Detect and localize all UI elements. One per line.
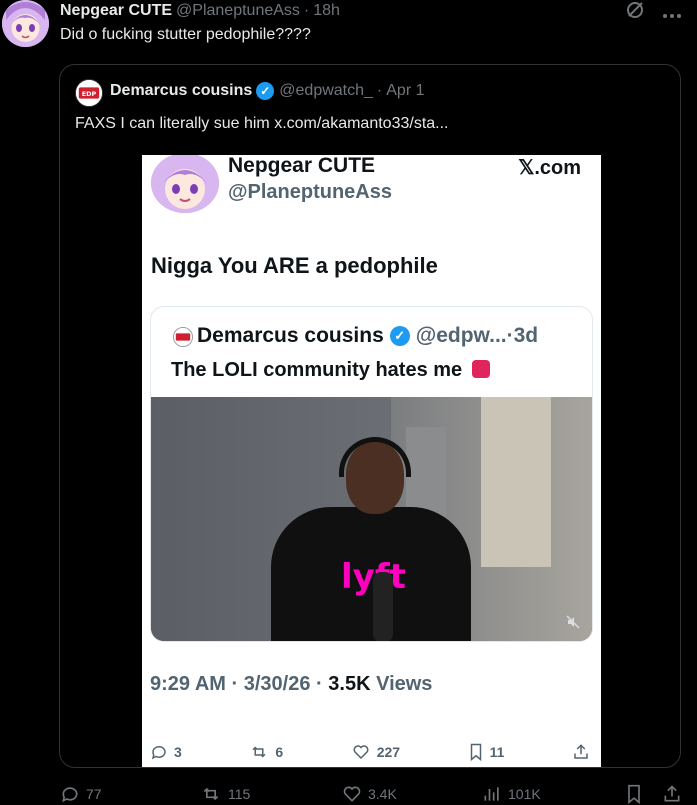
reply-button[interactable]: 77 [60, 784, 102, 804]
share-icon [664, 785, 680, 802]
embedded-video: lyft [151, 397, 592, 641]
x-com-label: 𝕏.com [518, 157, 581, 179]
share-icon [574, 744, 588, 759]
quote-author-name[interactable]: Demarcus cousins [110, 82, 252, 100]
embedded-inner-card: Demarcus cousins ✓ @edpw... · 3d The LOL… [150, 306, 593, 642]
anime-avatar-image [2, 0, 49, 47]
video-window [481, 397, 551, 567]
separator: · [316, 673, 323, 695]
siren-emoji-icon [471, 360, 490, 378]
grok-icon[interactable] [625, 0, 645, 25]
more-icon[interactable] [663, 2, 681, 23]
bookmark-icon [628, 784, 640, 804]
repost-icon [203, 787, 219, 801]
author-name[interactable]: Nepgear CUTE [60, 2, 172, 20]
edp-watch-logo-icon [173, 327, 193, 347]
embedded-views-count: 3.5K [328, 673, 371, 695]
embedded-inner-header: Demarcus cousins ✓ @edpw... · 3d [197, 324, 538, 348]
quoted-tweet-card[interactable]: EDP Demarcus cousins ✓ @edpwatch_ · Apr … [59, 64, 681, 768]
tweet-time[interactable]: 18h [313, 2, 340, 20]
separator: · [303, 2, 310, 19]
embedded-inner-time: 3d [513, 324, 539, 347]
quote-time[interactable]: Apr 1 [386, 82, 424, 100]
embedded-share [572, 743, 590, 761]
quote-header: Demarcus cousins ✓ @edpwatch_ · Apr 1 [110, 82, 425, 100]
like-count: 3.4K [368, 786, 397, 802]
embedded-reply: 3 [150, 743, 182, 761]
repost-count: 115 [228, 786, 251, 802]
repost-button[interactable]: 115 [200, 784, 250, 804]
tweet-header-icons [625, 0, 681, 25]
separator: · [231, 673, 239, 695]
embedded-reply-count: 3 [174, 744, 182, 760]
embedded-inner-handle: @edpw... [415, 324, 507, 347]
author-avatar[interactable] [2, 0, 49, 47]
svg-text:EDP: EDP [82, 90, 97, 98]
embedded-actions: 3 6 227 11 [150, 743, 590, 761]
mute-icon [566, 615, 580, 632]
quote-text: FAXS I can literally sue him x.com/akama… [75, 115, 449, 132]
reply-icon [151, 745, 166, 760]
separator: · [376, 82, 383, 99]
tweet-text: Did o fucking stutter pedophile???? [60, 26, 311, 43]
embedded-meta: 9:29 AM · 3/30/26 · 3.5K Views [150, 673, 432, 696]
like-button[interactable]: 3.4K [342, 784, 397, 804]
microphone-icon [373, 572, 393, 641]
heart-icon [353, 745, 369, 760]
embedded-time: 9:29 AM [150, 673, 226, 695]
verified-badge-icon: ✓ [389, 326, 410, 346]
analytics-icon [484, 787, 499, 801]
embedded-repost: 6 [249, 743, 283, 761]
embedded-author-handle: @PlaneptuneAss [228, 181, 392, 203]
embedded-author-avatar [151, 155, 219, 213]
reply-icon [62, 787, 78, 803]
views-button[interactable]: 101K [482, 784, 541, 804]
bookmark-icon [470, 743, 481, 761]
anime-avatar-image [151, 155, 219, 213]
embedded-views-label: Views [376, 673, 433, 695]
embedded-tweet-text: Nigga You ARE a pedophile [151, 253, 438, 278]
embedded-author-name: Nepgear CUTE [228, 155, 376, 177]
embedded-inner-text: The LOLI community hates me [171, 359, 490, 382]
embedded-like: 227 [351, 743, 400, 761]
views-count: 101K [508, 786, 541, 802]
repost-icon [252, 746, 266, 758]
tweet-actions: 77 115 3.4K 101K [60, 782, 690, 805]
tweet-header: Nepgear CUTE @PlaneptuneAss · 18h [60, 0, 340, 22]
share-button[interactable] [662, 784, 682, 804]
heart-icon [343, 786, 361, 802]
embedded-inner-author-name: Demarcus cousins [197, 324, 384, 347]
author-handle[interactable]: @PlaneptuneAss [176, 2, 300, 20]
embedded-inner-text-content: The LOLI community hates me [171, 359, 463, 381]
bookmark-button[interactable] [625, 784, 643, 804]
quote-author-avatar[interactable]: EDP [75, 79, 103, 107]
quoted-media-image[interactable]: Nepgear CUTE @PlaneptuneAss 𝕏.com Nigga … [142, 155, 601, 767]
embedded-repost-count: 6 [275, 744, 284, 760]
quote-author-handle[interactable]: @edpwatch_ [279, 82, 373, 100]
embedded-date: 3/30/26 [243, 673, 311, 695]
embedded-like-count: 227 [376, 744, 401, 760]
embedded-bookmark: 11 [468, 743, 505, 761]
verified-badge-icon: ✓ [256, 82, 275, 100]
separator: · [506, 324, 514, 347]
edp-watch-logo-icon: EDP [76, 80, 102, 106]
embedded-bookmark-count: 11 [489, 744, 505, 760]
reply-count: 77 [86, 786, 102, 802]
